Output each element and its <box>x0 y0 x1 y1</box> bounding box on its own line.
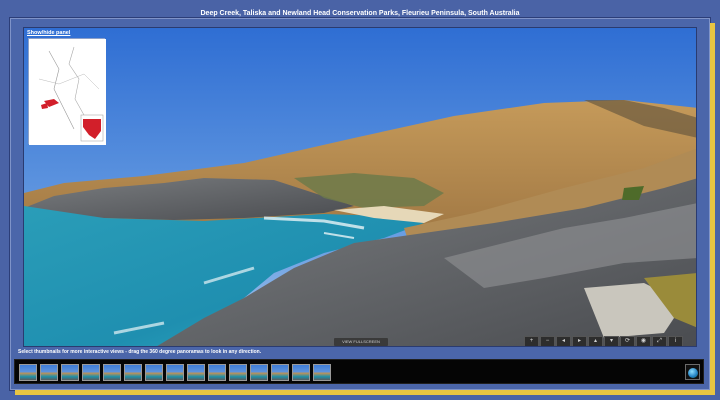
page-title: Deep Creek, Taliska and Newland Head Con… <box>200 10 520 17</box>
arrow-right-icon: ▸ <box>577 338 581 344</box>
view-fullscreen-button[interactable]: VIEW FULLSCREEN <box>334 338 388 346</box>
map-image <box>29 39 106 145</box>
info-button[interactable]: i <box>668 336 683 346</box>
panorama-thumbnail[interactable] <box>208 364 226 381</box>
zoom-out-icon: − <box>545 338 550 344</box>
panorama-thumbnail[interactable] <box>61 364 79 381</box>
zoom-out-button[interactable]: − <box>540 336 555 346</box>
panorama-thumbnail[interactable] <box>313 364 331 381</box>
panorama-thumbnail[interactable] <box>19 364 37 381</box>
panorama-thumbnail[interactable] <box>103 364 121 381</box>
panorama-thumbnail[interactable] <box>292 364 310 381</box>
arrow-left-button[interactable]: ◂ <box>556 336 571 346</box>
viewer-controls: + − ◂ ▸ ▴ ▾ ⟳ ◉ ⤢ i <box>524 336 683 346</box>
arrow-down-icon: ▾ <box>609 338 613 344</box>
instructions-text: Select thumbnails for more interactive v… <box>18 349 262 355</box>
hotspots-icon: ◉ <box>640 338 647 344</box>
arrow-up-icon: ▴ <box>593 338 597 344</box>
globe-icon[interactable] <box>685 364 700 380</box>
panorama-thumbnail[interactable] <box>82 364 100 381</box>
autorotate-icon: ⟳ <box>624 338 631 344</box>
arrow-up-button[interactable]: ▴ <box>588 336 603 346</box>
panorama-thumbnail[interactable] <box>166 364 184 381</box>
panorama-image[interactable] <box>24 28 697 347</box>
panorama-viewer[interactable]: Show/hide panel VIEW FULLSCREEN + − ◂ ▸ ▴ ▾ ⟳ ◉… <box>23 27 697 347</box>
autorotate-button[interactable]: ⟳ <box>620 336 635 346</box>
thumbnail-strip <box>14 359 704 384</box>
show-hide-panel-link[interactable]: Show/hide panel <box>27 30 70 36</box>
location-map[interactable] <box>28 38 106 145</box>
panorama-thumbnail[interactable] <box>40 364 58 381</box>
arrow-left-icon: ◂ <box>561 338 565 344</box>
panorama-thumbnail[interactable] <box>124 364 142 381</box>
thumbnail-list <box>19 364 331 381</box>
fullscreen-icon: ⤢ <box>657 338 662 344</box>
info-icon: i <box>674 338 677 344</box>
fullscreen-button[interactable]: ⤢ <box>652 336 667 346</box>
zoom-in-button[interactable]: + <box>524 336 539 346</box>
panorama-thumbnail[interactable] <box>250 364 268 381</box>
arrow-down-button[interactable]: ▾ <box>604 336 619 346</box>
panorama-thumbnail[interactable] <box>271 364 289 381</box>
panorama-thumbnail[interactable] <box>187 364 205 381</box>
zoom-in-icon: + <box>529 338 534 344</box>
panorama-thumbnail[interactable] <box>229 364 247 381</box>
hotspots-button[interactable]: ◉ <box>636 336 651 346</box>
panorama-thumbnail[interactable] <box>145 364 163 381</box>
arrow-right-button[interactable]: ▸ <box>572 336 587 346</box>
